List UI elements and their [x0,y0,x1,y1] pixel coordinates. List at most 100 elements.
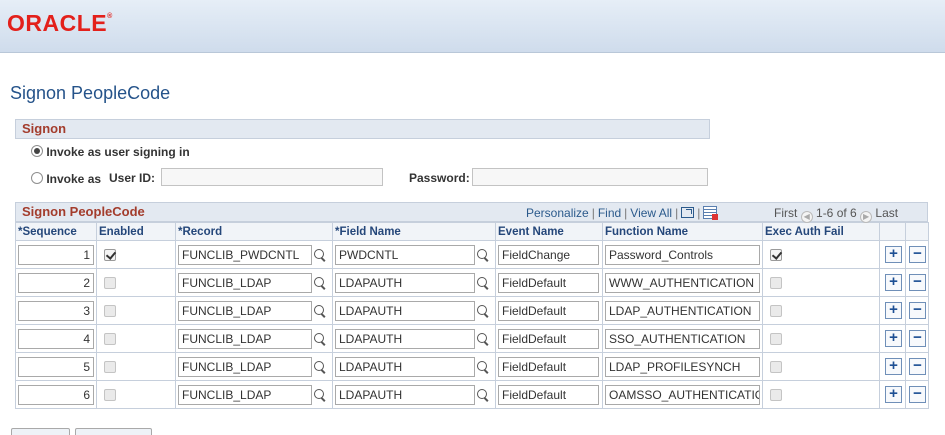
add-row-icon[interactable]: + [885,330,902,347]
function-name-input[interactable]: Password_Controls [605,244,760,265]
function-name-input[interactable]: WWW_AUTHENTICATION [605,272,760,293]
option-user-signing-in[interactable]: Invoke as user signing in [31,145,190,159]
add-row-icon[interactable]: + [885,302,902,319]
sequence-input[interactable]: 3 [18,300,94,321]
field-cell: LDAPAUTH [332,380,496,409]
function-cell: WWW_AUTHENTICATION [602,268,763,297]
enabled-checkbox[interactable] [104,305,116,318]
event-name-input[interactable]: FieldDefault [498,328,599,349]
search-icon[interactable] [313,248,327,262]
add-cell: + [879,268,906,297]
search-icon[interactable] [313,388,327,402]
event-cell: FieldDefault [495,352,603,381]
field-name-input[interactable]: LDAPAUTH [335,356,475,377]
event-name-input[interactable]: FieldDefault [498,300,599,321]
search-icon[interactable] [313,360,327,374]
col-function-name: Function Name [602,222,763,241]
exec-auth-fail-checkbox[interactable] [770,389,782,402]
search-icon[interactable] [313,332,327,346]
radio-icon[interactable] [31,145,43,157]
search-icon[interactable] [476,332,490,346]
exec-auth-fail-checkbox[interactable] [770,277,782,290]
enabled-cell [96,324,176,353]
field-name-input[interactable]: PWDCNTL [335,244,475,265]
save-button[interactable] [11,428,70,435]
delete-row-icon[interactable]: − [909,274,926,291]
find-link[interactable]: Find [598,206,621,220]
signon-section-header: Signon [15,119,710,139]
record-input[interactable]: FUNCLIB_LDAP [178,272,312,293]
password-input[interactable] [472,168,708,186]
event-name-input[interactable]: FieldDefault [498,384,599,405]
record-input[interactable]: FUNCLIB_LDAP [178,356,312,377]
event-name-input[interactable]: FieldDefault [498,356,599,377]
delete-row-icon[interactable]: − [909,246,926,263]
delete-row-icon[interactable]: − [909,330,926,347]
function-name-input[interactable]: OAMSSO_AUTHENTICATIO [605,384,760,405]
grid-header: Signon PeopleCode Personalize | Find | View … [15,202,928,223]
add-cell: + [879,352,906,381]
notify-button[interactable] [75,428,152,435]
option-invoke-as[interactable]: Invoke as [31,172,101,186]
sequence-input[interactable]: 4 [18,328,94,349]
event-name-input[interactable]: FieldChange [498,244,599,265]
function-name-input[interactable]: SSO_AUTHENTICATION [605,328,760,349]
search-icon[interactable] [476,388,490,402]
add-row-icon[interactable]: + [885,358,902,375]
add-cell: + [879,380,906,409]
user-id-input[interactable] [161,168,383,186]
event-name-input[interactable]: FieldDefault [498,272,599,293]
delete-row-icon[interactable]: − [909,302,926,319]
option-user-signing-in-label: Invoke as user signing in [46,145,190,159]
search-icon[interactable] [313,304,327,318]
sequence-input[interactable]: 1 [18,244,94,265]
enabled-checkbox[interactable] [104,389,116,402]
field-name-input[interactable]: LDAPAUTH [335,384,475,405]
delete-row-icon[interactable]: − [909,386,926,403]
field-name-input[interactable]: LDAPAUTH [335,328,475,349]
sequence-input[interactable]: 2 [18,272,94,293]
function-name-input[interactable]: LDAP_PROFILESYNCH [605,356,760,377]
search-icon[interactable] [476,360,490,374]
field-name-input[interactable]: LDAPAUTH [335,300,475,321]
exec-auth-fail-checkbox[interactable] [770,361,782,374]
search-icon[interactable] [476,276,490,290]
enabled-checkbox[interactable] [104,249,116,262]
record-input[interactable]: FUNCLIB_LDAP [178,384,312,405]
grid-table: *Sequence Enabled *Record *Field Name Ev… [15,222,929,409]
record-input[interactable]: FUNCLIB_PWDCNTL [178,244,312,265]
exec-auth-fail-checkbox[interactable] [770,333,782,346]
col-event-name: Event Name [495,222,603,241]
exec-auth-fail-cell [762,324,880,353]
add-row-icon[interactable]: + [885,274,902,291]
option-invoke-as-label: Invoke as [46,172,102,186]
delete-row-icon[interactable]: − [909,358,926,375]
view-all-link[interactable]: View All [630,206,672,220]
personalize-link[interactable]: Personalize [526,206,589,220]
first-link[interactable]: First [774,206,797,220]
exec-auth-fail-checkbox[interactable] [770,249,782,262]
enabled-checkbox[interactable] [104,361,116,374]
enabled-checkbox[interactable] [104,333,116,346]
add-row-icon[interactable]: + [885,386,902,403]
function-name-input[interactable]: LDAP_AUTHENTICATION [605,300,760,321]
add-row-icon[interactable]: + [885,246,902,263]
next-arrow-icon[interactable]: ▶ [860,211,873,223]
search-icon[interactable] [476,248,490,262]
search-icon[interactable] [476,304,490,318]
sequence-input[interactable]: 5 [18,356,94,377]
last-link[interactable]: Last [875,206,898,220]
field-name-input[interactable]: LDAPAUTH [335,272,475,293]
sequence-input[interactable]: 6 [18,384,94,405]
enabled-checkbox[interactable] [104,277,116,290]
record-input[interactable]: FUNCLIB_LDAP [178,328,312,349]
record-input[interactable]: FUNCLIB_LDAP [178,300,312,321]
zoom-icon[interactable] [681,207,695,218]
excel-icon[interactable] [703,206,719,220]
search-icon[interactable] [313,276,327,290]
exec-auth-fail-checkbox[interactable] [770,305,782,318]
col-add [879,222,906,241]
prev-arrow-icon[interactable]: ◀ [800,211,813,223]
radio-icon[interactable] [31,172,43,184]
page-title: Signon PeopleCode [10,83,171,103]
